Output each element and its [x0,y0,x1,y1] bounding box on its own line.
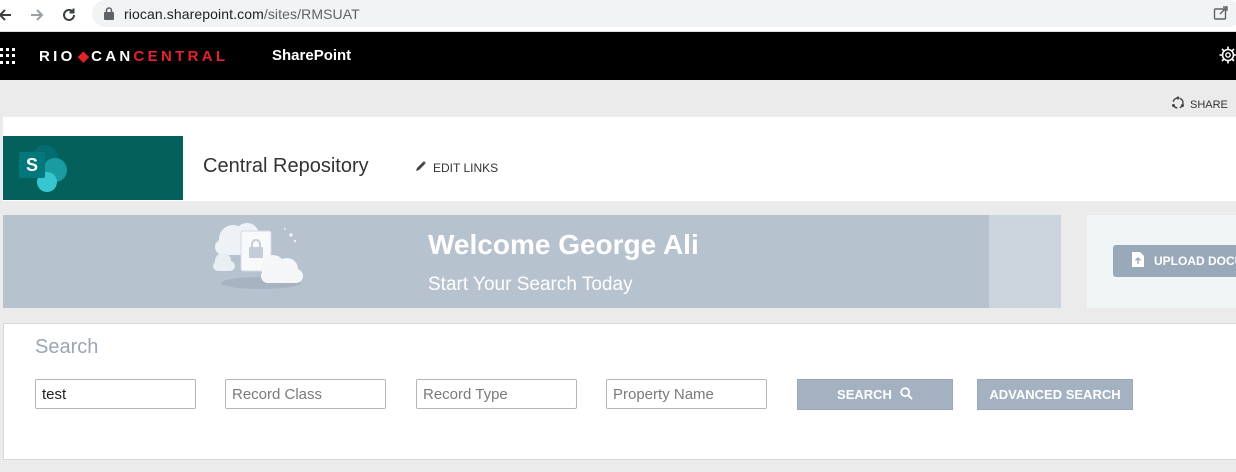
gear-icon[interactable] [1219,46,1236,69]
app-launcher-icon[interactable] [0,48,16,64]
upload-document-button[interactable]: UPLOAD DOCU [1113,245,1236,277]
share-button[interactable]: SHARE [1171,96,1228,113]
edit-links-button[interactable]: EDIT LINKS [415,160,498,175]
url-text[interactable]: riocan.sharepoint.com/sites/RMSUAT [124,6,360,22]
upload-file-icon [1131,251,1145,271]
pencil-icon [415,160,427,175]
welcome-banner: Welcome George Ali Start Your Search Tod… [3,215,989,308]
search-button-label: SEARCH [837,387,892,402]
brand-rio: RIO [39,48,76,65]
browser-toolbar: riocan.sharepoint.com/sites/RMSUAT [0,0,1236,32]
brand-logo[interactable]: RIO ◆ CANCENTRAL [39,47,228,65]
record-class-input[interactable] [225,379,386,409]
back-arrow-icon[interactable] [0,4,16,26]
brand-can: CAN [91,48,134,65]
advanced-search-button[interactable]: ADVANCED SEARCH [977,379,1133,410]
url-path: /sites/RMSUAT [263,6,360,22]
property-name-input[interactable] [606,379,767,409]
share-icon [1171,96,1185,113]
app-name[interactable]: SharePoint [272,47,351,64]
banner-divider [989,215,1061,308]
share-label: SHARE [1190,98,1228,111]
record-type-input[interactable] [416,379,577,409]
site-header: S Central Repository EDIT LINKS [3,117,1236,201]
cloud-illustration-icon [213,223,303,289]
welcome-subtitle: Start Your Search Today [428,274,633,295]
search-heading: Search [35,336,99,358]
suite-bar: RIO ◆ CANCENTRAL SharePoint [0,32,1236,80]
brand-central: CENTRAL [133,48,229,65]
site-logo[interactable]: S [3,136,183,200]
forward-arrow-icon[interactable] [26,4,48,26]
advanced-search-label: ADVANCED SEARCH [989,387,1121,402]
lock-icon [104,7,114,25]
welcome-heading: Welcome George Ali [428,229,699,260]
site-title[interactable]: Central Repository [203,155,369,178]
search-query-input[interactable] [35,379,196,409]
edit-links-label: EDIT LINKS [433,160,499,175]
logo-letter: S [26,155,38,175]
url-host: riocan.sharepoint.com [124,6,264,22]
brand-diamond: ◆ [77,48,90,65]
sharepoint-logo-icon: S [19,145,67,192]
share-page-icon[interactable] [1213,5,1229,26]
search-panel: Search SEARCH ADVANCED SEARCH [3,323,1236,460]
upload-label: UPLOAD DOCU [1154,254,1236,268]
search-icon [900,386,913,403]
reload-icon[interactable] [58,4,80,26]
upload-panel: UPLOAD DOCU [1087,215,1236,308]
search-button[interactable]: SEARCH [797,379,953,410]
